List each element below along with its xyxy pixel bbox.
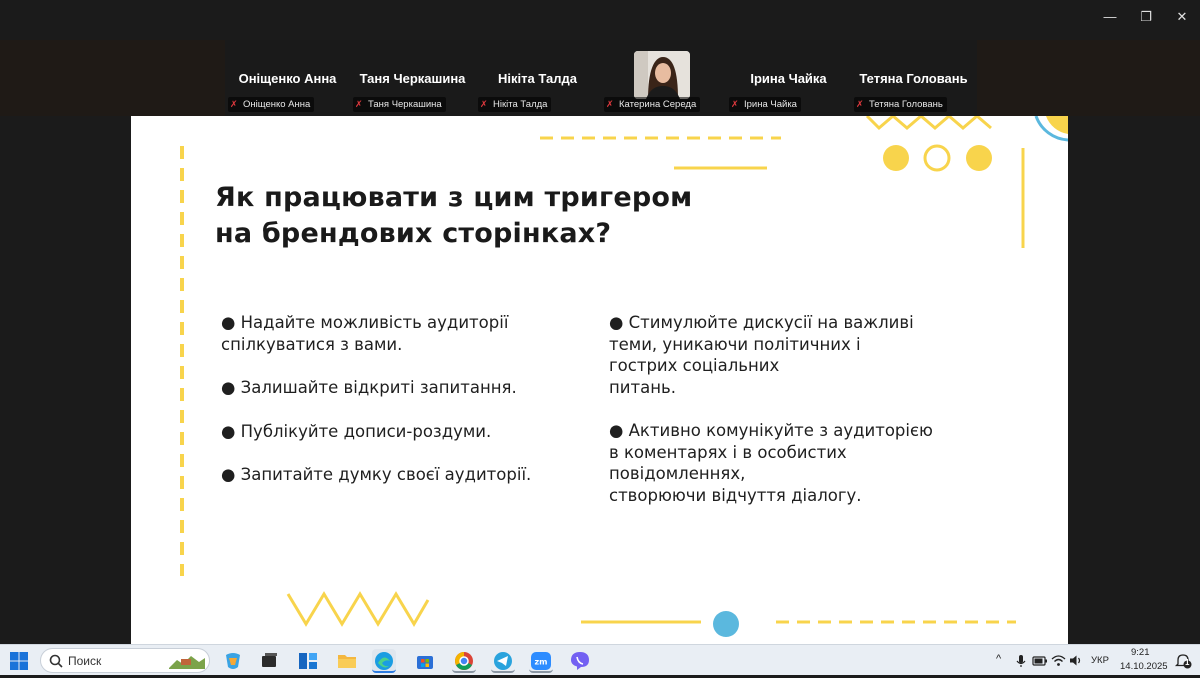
restore-button[interactable]: ❐ [1128, 6, 1164, 28]
svg-text:zm: zm [535, 658, 548, 667]
windows-taskbar: Поиск zm ^ УКР 9:21 14.10.2025 1 [0, 644, 1200, 675]
taskbar-search[interactable]: Поиск [40, 648, 210, 673]
mic-muted-icon: ✗ [856, 99, 864, 109]
participant-tag-label: Ірина Чайка [744, 99, 797, 110]
edge-icon[interactable] [372, 649, 396, 673]
participant-tile[interactable]: Таня Черкашина ✗ Таня Черкашина [350, 40, 475, 116]
zoom-icon[interactable]: zm [529, 649, 553, 673]
task-view-icon[interactable] [257, 649, 281, 673]
participant-name: Оніщенко Анна [238, 71, 337, 86]
bullet-item: ● Стимулюйте дискусії на важливі теми, у… [609, 313, 914, 397]
participant-tag: ✗ Ірина Чайка [729, 97, 801, 112]
decor-circle-outline [923, 144, 951, 172]
mic-muted-icon: ✗ [480, 99, 488, 109]
search-icon [49, 654, 63, 668]
viber-icon[interactable] [568, 649, 592, 673]
decor-zigzag-top [865, 116, 992, 131]
clock-date[interactable]: 14.10.2025 [1120, 661, 1168, 672]
widgets-icon[interactable] [296, 649, 320, 673]
participant-tag-label: Оніщенко Анна [243, 99, 311, 110]
decor-corner-yellow [1046, 116, 1068, 134]
decor-circle [966, 145, 992, 171]
wifi-icon[interactable] [1051, 654, 1066, 667]
bullet-item: ● Надайте можливість аудиторії спілкуват… [221, 313, 509, 354]
participant-tile[interactable]: Нікіта Талда ✗ Нікіта Талда [475, 40, 600, 116]
participant-tag-label: Таня Черкашина [368, 99, 442, 110]
title-bar: — ❐ ✕ [0, 0, 1200, 40]
notification-count: 1 [1185, 658, 1190, 667]
participant-tile-video[interactable]: ✗ Катерина Середа [601, 40, 726, 116]
minimize-button[interactable]: — [1092, 6, 1128, 28]
slide-title-line: на брендових сторінках? [215, 218, 612, 249]
participant-name: Тетяна Головань [859, 71, 968, 86]
decor-circle-blue [713, 611, 739, 637]
participant-tag: ✗ Тетяна Головань [854, 97, 947, 112]
bullet-column-right: ● Стимулюйте дискусії на важливі теми, у… [609, 312, 989, 528]
mic-muted-icon: ✗ [606, 99, 614, 109]
participant-gallery: Оніщенко Анна ✗ Оніщенко Анна Таня Черкаш… [0, 40, 1200, 116]
mic-muted-icon: ✗ [731, 99, 739, 109]
bullet-item: ● Залишайте відкриті запитання. [221, 378, 517, 397]
mic-muted-icon: ✗ [230, 99, 238, 109]
close-button[interactable]: ✕ [1164, 6, 1200, 28]
show-hidden-icons-icon[interactable]: ^ [996, 653, 1001, 665]
microsoft-store-icon[interactable] [413, 649, 437, 673]
battery-icon[interactable] [1032, 655, 1048, 667]
participant-name: Нікіта Талда [498, 71, 577, 86]
participant-tile[interactable]: Ірина Чайка ✗ Ірина Чайка [726, 40, 851, 116]
decor-circle [883, 145, 909, 171]
mic-muted-icon: ✗ [355, 99, 363, 109]
file-explorer-icon[interactable] [335, 649, 359, 673]
search-placeholder: Поиск [68, 654, 102, 668]
microphone-icon[interactable] [1015, 654, 1027, 668]
slide-title: Як працювати з цим тригером на брендових… [215, 180, 692, 252]
telegram-icon[interactable] [491, 649, 515, 673]
decor-zigzag-bottom [286, 591, 430, 627]
participant-name: Ірина Чайка [750, 71, 827, 86]
bullet-item: ● Активно комунікуйте з аудиторією в ком… [609, 421, 933, 505]
zoom-window: — ❐ ✕ Оніщенко Анна ✗ Оніщенко Анна Таня … [0, 0, 1200, 644]
participant-name: Таня Черкашина [359, 71, 466, 86]
slide-title-line: Як працювати з цим тригером [215, 182, 693, 213]
participant-tag: ✗ Катерина Середа [604, 97, 701, 112]
chrome-icon[interactable] [452, 649, 476, 673]
gallery-strip: Оніщенко Анна ✗ Оніщенко Анна Таня Черкаш… [225, 40, 977, 116]
clock-time[interactable]: 9:21 [1131, 647, 1150, 658]
participant-tag: ✗ Таня Черкашина [353, 97, 446, 112]
language-indicator[interactable]: УКР [1091, 655, 1109, 666]
bullet-item: ● Публікуйте дописи-роздуми. [221, 421, 492, 441]
search-highlight-image [169, 656, 205, 669]
participant-tag: ✗ Оніщенко Анна [228, 97, 315, 112]
bullet-column-left: ● Надайте можливість аудиторії спілкуват… [221, 312, 581, 508]
shared-slide: Як працювати з цим тригером на брендових… [131, 116, 1068, 644]
participant-tag-label: Нікіта Талда [493, 99, 548, 110]
participant-tag: ✗ Нікіта Талда [478, 97, 552, 112]
volume-icon[interactable] [1069, 654, 1083, 667]
copilot-icon[interactable] [221, 649, 245, 673]
participant-tag-label: Тетяна Головань [869, 99, 943, 110]
start-icon[interactable] [7, 649, 31, 673]
participant-video-thumbnail [634, 51, 690, 99]
bullet-item: ● Запитайте думку своєї аудиторії. [221, 465, 532, 484]
participant-tile[interactable]: Оніщенко Анна ✗ Оніщенко Анна [225, 40, 350, 116]
participant-tile[interactable]: Тетяна Головань ✗ Тетяна Головань [851, 40, 976, 116]
participant-tag-label: Катерина Середа [619, 99, 697, 110]
